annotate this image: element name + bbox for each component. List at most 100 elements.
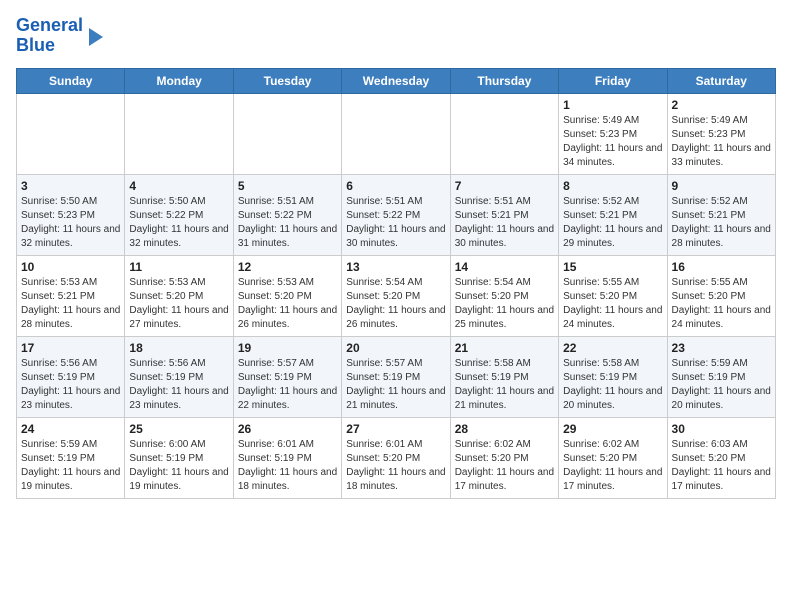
day-info: Sunrise: 5:50 AMSunset: 5:22 PMDaylight:…: [129, 195, 228, 251]
calendar-cell: 14 Sunrise: 5:54 AMSunset: 5:20 PMDayligh…: [450, 255, 558, 336]
day-number: 29: [563, 422, 662, 436]
day-number: 30: [672, 422, 771, 436]
calendar-cell: 11 Sunrise: 5:53 AMSunset: 5:20 PMDayligh…: [125, 255, 233, 336]
calendar-cell: 21Sunrise: 5:58 AMSunset: 5:19 PMDayligh…: [450, 336, 558, 417]
calendar-cell: 2 Sunrise: 5:49 AMSunset: 5:23 PMDaylight…: [667, 93, 775, 174]
calendar-cell: 3 Sunrise: 5:50 AMSunset: 5:23 PMDaylight…: [17, 174, 125, 255]
day-info: Sunrise: 6:01 AMSunset: 5:20 PMDaylight:…: [346, 438, 445, 494]
day-of-week-header: Tuesday: [233, 68, 341, 93]
calendar-cell: 28 Sunrise: 6:02 AMSunset: 5:20 PMDayligh…: [450, 417, 558, 498]
calendar-cell: 1 Sunrise: 5:49 AMSunset: 5:23 PMDaylight…: [559, 93, 667, 174]
day-info: Sunrise: 5:51 AMSunset: 5:22 PMDaylight:…: [346, 195, 445, 251]
day-info: Sunrise: 5:50 AMSunset: 5:23 PMDaylight:…: [21, 195, 120, 251]
calendar-cell: [450, 93, 558, 174]
calendar-cell: 16 Sunrise: 5:55 AMSunset: 5:20 PMDayligh…: [667, 255, 775, 336]
day-number: 3: [21, 179, 120, 193]
day-of-week-header: Wednesday: [342, 68, 450, 93]
calendar-cell: 6 Sunrise: 5:51 AMSunset: 5:22 PMDaylight…: [342, 174, 450, 255]
calendar-cell: 19 Sunrise: 5:57 AMSunset: 5:19 PMDayligh…: [233, 336, 341, 417]
calendar-cell: 24Sunrise: 5:59 AMSunset: 5:19 PMDayligh…: [17, 417, 125, 498]
calendar-cell: [17, 93, 125, 174]
calendar-cell: 18 Sunrise: 5:56 AMSunset: 5:19 PMDayligh…: [125, 336, 233, 417]
day-of-week-header: Friday: [559, 68, 667, 93]
calendar-cell: 13Sunrise: 5:54 AMSunset: 5:20 PMDayligh…: [342, 255, 450, 336]
calendar-cell: 25 Sunrise: 6:00 AMSunset: 5:19 PMDayligh…: [125, 417, 233, 498]
day-info: Sunrise: 5:54 AMSunset: 5:20 PMDaylight:…: [346, 276, 445, 332]
day-info: Sunrise: 5:59 AMSunset: 5:19 PMDaylight:…: [672, 357, 771, 413]
day-number: 9: [672, 179, 771, 193]
day-info: Sunrise: 5:51 AMSunset: 5:21 PMDaylight:…: [455, 195, 554, 251]
day-info: Sunrise: 5:55 AMSunset: 5:20 PMDaylight:…: [563, 276, 662, 332]
day-number: 4: [129, 179, 228, 193]
day-info: Sunrise: 6:02 AMSunset: 5:20 PMDaylight:…: [455, 438, 554, 494]
day-number: 14: [455, 260, 554, 274]
day-info: Sunrise: 5:57 AMSunset: 5:19 PMDaylight:…: [346, 357, 445, 413]
day-number: 12: [238, 260, 337, 274]
day-info: Sunrise: 5:56 AMSunset: 5:19 PMDaylight:…: [21, 357, 120, 413]
calendar-cell: 15 Sunrise: 5:55 AMSunset: 5:20 PMDayligh…: [559, 255, 667, 336]
calendar-week-row: 24Sunrise: 5:59 AMSunset: 5:19 PMDayligh…: [17, 417, 776, 498]
day-number: 11: [129, 260, 228, 274]
day-info: Sunrise: 6:00 AMSunset: 5:19 PMDaylight:…: [129, 438, 228, 494]
calendar-body: 1 Sunrise: 5:49 AMSunset: 5:23 PMDaylight…: [17, 93, 776, 498]
calendar-cell: 22 Sunrise: 5:58 AMSunset: 5:19 PMDayligh…: [559, 336, 667, 417]
day-number: 26: [238, 422, 337, 436]
day-number: 18: [129, 341, 228, 355]
day-number: 5: [238, 179, 337, 193]
day-number: 1: [563, 98, 662, 112]
day-of-week-header: Monday: [125, 68, 233, 93]
day-info: Sunrise: 6:03 AMSunset: 5:20 PMDaylight:…: [672, 438, 771, 494]
day-info: Sunrise: 5:51 AMSunset: 5:22 PMDaylight:…: [238, 195, 337, 251]
day-info: Sunrise: 5:53 AMSunset: 5:20 PMDaylight:…: [129, 276, 228, 332]
calendar-cell: [233, 93, 341, 174]
day-info: Sunrise: 5:49 AMSunset: 5:23 PMDaylight:…: [672, 114, 771, 170]
day-number: 24: [21, 422, 120, 436]
calendar-week-row: 1 Sunrise: 5:49 AMSunset: 5:23 PMDaylight…: [17, 93, 776, 174]
calendar-cell: 30 Sunrise: 6:03 AMSunset: 5:20 PMDayligh…: [667, 417, 775, 498]
calendar-cell: 17 Sunrise: 5:56 AMSunset: 5:19 PMDayligh…: [17, 336, 125, 417]
logo-text: GeneralBlue: [16, 16, 83, 56]
day-number: 17: [21, 341, 120, 355]
calendar-header-row: SundayMondayTuesdayWednesdayThursdayFrid…: [17, 68, 776, 93]
day-info: Sunrise: 6:02 AMSunset: 5:20 PMDaylight:…: [563, 438, 662, 494]
calendar-cell: 7 Sunrise: 5:51 AMSunset: 5:21 PMDaylight…: [450, 174, 558, 255]
day-number: 21: [455, 341, 554, 355]
day-number: 10: [21, 260, 120, 274]
calendar-cell: 27 Sunrise: 6:01 AMSunset: 5:20 PMDayligh…: [342, 417, 450, 498]
calendar-cell: [342, 93, 450, 174]
day-info: Sunrise: 5:58 AMSunset: 5:19 PMDaylight:…: [563, 357, 662, 413]
calendar-cell: [125, 93, 233, 174]
calendar-cell: 23Sunrise: 5:59 AMSunset: 5:19 PMDayligh…: [667, 336, 775, 417]
calendar-week-row: 10Sunrise: 5:53 AMSunset: 5:21 PMDayligh…: [17, 255, 776, 336]
day-of-week-header: Thursday: [450, 68, 558, 93]
day-number: 7: [455, 179, 554, 193]
day-info: Sunrise: 5:53 AMSunset: 5:20 PMDaylight:…: [238, 276, 337, 332]
day-info: Sunrise: 5:54 AMSunset: 5:20 PMDaylight:…: [455, 276, 554, 332]
page-header: GeneralBlue: [16, 16, 776, 56]
calendar-cell: 26Sunrise: 6:01 AMSunset: 5:19 PMDayligh…: [233, 417, 341, 498]
calendar-table: SundayMondayTuesdayWednesdayThursdayFrid…: [16, 68, 776, 499]
day-number: 2: [672, 98, 771, 112]
day-number: 8: [563, 179, 662, 193]
calendar-cell: 9 Sunrise: 5:52 AMSunset: 5:21 PMDaylight…: [667, 174, 775, 255]
day-number: 16: [672, 260, 771, 274]
logo: GeneralBlue: [16, 16, 103, 56]
day-number: 15: [563, 260, 662, 274]
day-number: 19: [238, 341, 337, 355]
day-info: Sunrise: 5:55 AMSunset: 5:20 PMDaylight:…: [672, 276, 771, 332]
day-number: 22: [563, 341, 662, 355]
day-info: Sunrise: 5:49 AMSunset: 5:23 PMDaylight:…: [563, 114, 662, 170]
day-info: Sunrise: 5:56 AMSunset: 5:19 PMDaylight:…: [129, 357, 228, 413]
day-number: 28: [455, 422, 554, 436]
calendar-cell: 10Sunrise: 5:53 AMSunset: 5:21 PMDayligh…: [17, 255, 125, 336]
day-of-week-header: Sunday: [17, 68, 125, 93]
day-number: 20: [346, 341, 445, 355]
day-info: Sunrise: 5:52 AMSunset: 5:21 PMDaylight:…: [563, 195, 662, 251]
day-number: 6: [346, 179, 445, 193]
day-info: Sunrise: 5:52 AMSunset: 5:21 PMDaylight:…: [672, 195, 771, 251]
day-number: 27: [346, 422, 445, 436]
calendar-cell: 4 Sunrise: 5:50 AMSunset: 5:22 PMDaylight…: [125, 174, 233, 255]
day-number: 25: [129, 422, 228, 436]
calendar-cell: 5 Sunrise: 5:51 AMSunset: 5:22 PMDaylight…: [233, 174, 341, 255]
day-info: Sunrise: 5:57 AMSunset: 5:19 PMDaylight:…: [238, 357, 337, 413]
